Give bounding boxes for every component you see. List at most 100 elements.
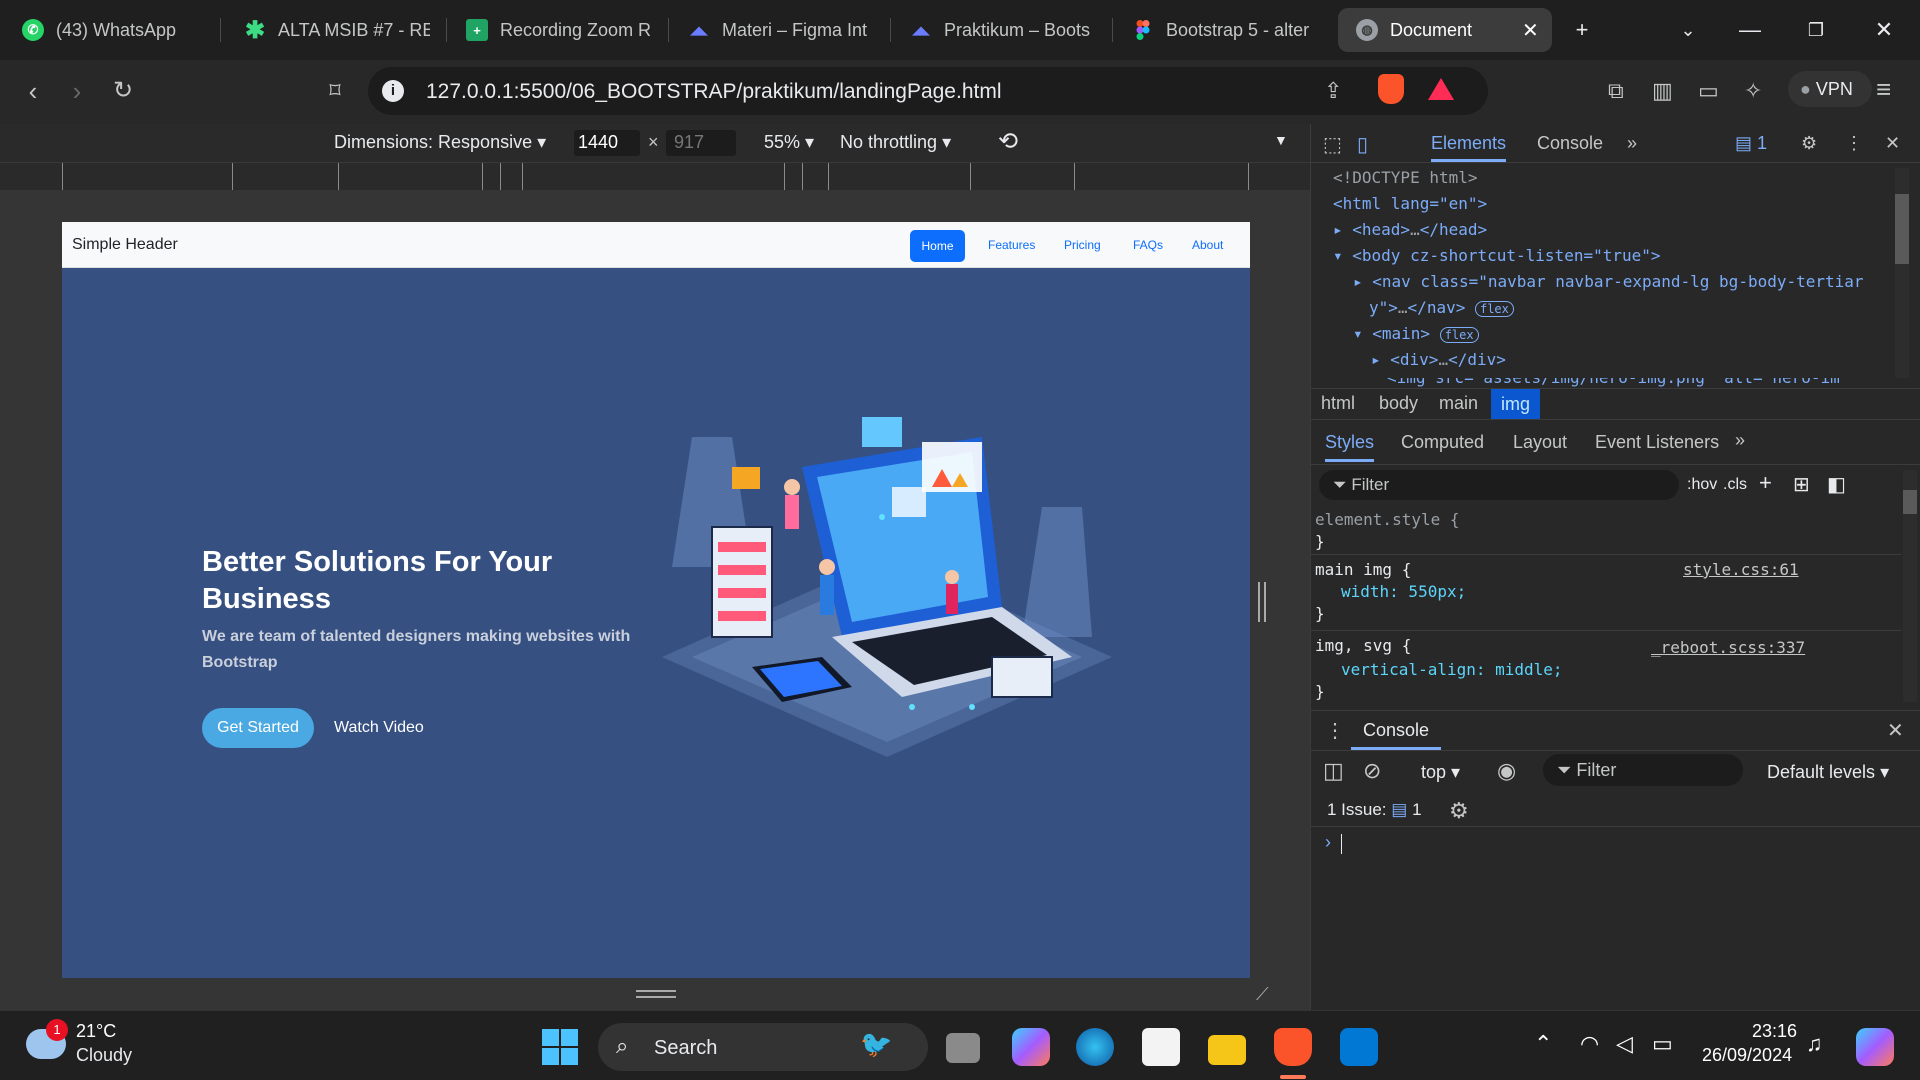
throttling-select[interactable]: No throttling ▾ <box>840 132 951 153</box>
taskbar-search-box[interactable]: ⌕ Search 🐦 <box>598 1023 928 1071</box>
dom-nav-cont[interactable]: y">…</nav> flex <box>1369 298 1514 317</box>
console-input-caret[interactable] <box>1341 834 1342 854</box>
tab-whatsapp[interactable]: ✆ (43) WhatsApp <box>22 8 202 52</box>
brave-shields-icon[interactable] <box>1378 74 1404 104</box>
tab-layout[interactable]: Layout <box>1513 432 1567 453</box>
dom-doctype[interactable]: <!DOCTYPE html> <box>1333 168 1478 187</box>
edge-icon[interactable] <box>1076 1028 1114 1066</box>
rule-selector[interactable]: main img { <box>1315 560 1411 579</box>
dom-div[interactable]: ▸ <div>…</div> <box>1371 350 1506 369</box>
zoom-select[interactable]: 55% ▾ <box>764 132 814 153</box>
rule-declaration[interactable]: width: 550px; <box>1341 582 1466 601</box>
styles-scrollbar[interactable] <box>1903 470 1917 702</box>
more-style-tabs-icon[interactable]: » <box>1735 430 1745 451</box>
console-filter-input[interactable]: ⏷ Filter <box>1543 754 1743 786</box>
tab-elements[interactable]: Elements <box>1431 124 1507 162</box>
notification-bell-icon[interactable]: ♫ <box>1806 1031 1823 1057</box>
extensions-icon[interactable]: ⧉ <box>1608 78 1624 104</box>
dom-scrollbar[interactable] <box>1895 168 1909 378</box>
rule-source-link[interactable]: _reboot.scss:337 <box>1651 638 1805 657</box>
tab-alta-msib[interactable]: ✱ ALTA MSIB #7 - RE <box>244 8 430 52</box>
dom-main[interactable]: ▾ <main> flex <box>1353 324 1479 343</box>
copilot-pre-icon[interactable] <box>1856 1028 1894 1066</box>
dimensions-select[interactable]: Dimensions: Responsive ▾ <box>334 132 546 153</box>
restore-icon[interactable]: ❐ <box>1800 14 1832 46</box>
weather-desc[interactable]: Cloudy <box>76 1045 132 1066</box>
dom-head[interactable]: ▸ <head>…</head> <box>1333 220 1487 239</box>
sidebar-icon[interactable]: ▥ <box>1652 78 1673 104</box>
nav-link-home[interactable]: Home <box>910 230 965 262</box>
resize-corner-icon[interactable]: ⟋ <box>1256 984 1269 1005</box>
tab-console[interactable]: Console <box>1537 124 1603 162</box>
breadcrumb-html[interactable]: html <box>1321 393 1355 414</box>
tab-styles[interactable]: Styles <box>1325 432 1375 462</box>
copilot-icon[interactable] <box>1012 1028 1050 1066</box>
clear-console-icon[interactable]: ⊘ <box>1363 758 1381 784</box>
breadcrumb-body[interactable]: body <box>1379 393 1418 414</box>
task-view-icon[interactable] <box>946 1033 980 1063</box>
microsoft-store-icon[interactable] <box>1142 1028 1180 1066</box>
media-query-ruler[interactable] <box>0 162 1310 191</box>
tab-computed[interactable]: Computed <box>1401 432 1484 453</box>
brave-taskbar-icon[interactable] <box>1274 1028 1312 1066</box>
minimize-icon[interactable]: — <box>1734 14 1766 46</box>
share-icon[interactable]: ⇪ <box>1324 78 1342 104</box>
menu-icon[interactable]: ≡ <box>1876 74 1891 105</box>
file-explorer-icon[interactable] <box>1208 1035 1246 1065</box>
tab-bootstrap5[interactable]: Bootstrap 5 - alter <box>1132 8 1318 52</box>
settings-gear-icon[interactable]: ⚙ <box>1801 124 1817 162</box>
tab-materi-figma[interactable]: ◢◣ Materi – Figma Int <box>688 8 874 52</box>
breadcrumb-main[interactable]: main <box>1439 393 1478 414</box>
clock-time[interactable]: 23:16 <box>1752 1021 1797 1042</box>
rule-source-link[interactable]: style.css:61 <box>1683 560 1799 579</box>
rotate-icon[interactable]: ⟲ <box>998 127 1018 156</box>
resize-handle-right[interactable] <box>1258 582 1266 622</box>
vscode-icon[interactable] <box>1340 1028 1378 1066</box>
nav-link-faqs[interactable]: FAQs <box>1133 238 1163 252</box>
new-tab-plus-icon[interactable]: + <box>1566 14 1598 46</box>
rule-selector[interactable]: element.style { <box>1315 510 1460 529</box>
more-tabs-icon[interactable]: » <box>1627 124 1637 162</box>
more-options-caret-icon[interactable]: ▼ <box>1274 132 1288 148</box>
watch-video-button[interactable]: Watch Video <box>334 708 424 748</box>
toggle-sidebar-icon[interactable]: ◧ <box>1827 472 1846 497</box>
weather-temp[interactable]: 21°C <box>76 1021 116 1042</box>
live-expression-eye-icon[interactable]: ◉ <box>1497 758 1516 784</box>
tray-chevron-up-icon[interactable]: ⌃ <box>1534 1031 1552 1057</box>
url-text[interactable]: 127.0.0.1:5500/06_BOOTSTRAP/praktikum/la… <box>426 80 1002 104</box>
navbar-brand[interactable]: Simple Header <box>72 236 178 254</box>
height-input[interactable]: 917 <box>666 130 736 156</box>
leo-ai-icon[interactable]: ✧ <box>1744 78 1762 104</box>
bookmark-icon[interactable]: ⌑ <box>318 74 352 108</box>
dom-nav[interactable]: ▸ <nav class="navbar navbar-expand-lg bg… <box>1353 272 1864 291</box>
nav-link-features[interactable]: Features <box>988 238 1035 252</box>
wifi-icon[interactable]: ◠ <box>1580 1031 1599 1057</box>
console-sidebar-icon[interactable]: ◫ <box>1323 758 1344 784</box>
drawer-menu-icon[interactable]: ⋮ <box>1325 718 1345 743</box>
wallet-icon[interactable]: ▭ <box>1698 78 1719 104</box>
issues-badge[interactable]: ▤ 1 <box>1735 124 1767 162</box>
tab-event-listeners[interactable]: Event Listeners <box>1595 432 1719 453</box>
flex-badge[interactable]: flex <box>1474 301 1514 317</box>
chevron-down-icon[interactable]: ⌄ <box>1672 14 1704 46</box>
tab-document-active[interactable]: ◍ Document ✕ <box>1338 8 1552 52</box>
reload-icon[interactable]: ↻ <box>106 74 140 108</box>
console-issues[interactable]: 1 Issue: ▤ 1 <box>1327 800 1422 820</box>
forward-icon[interactable]: › <box>60 74 94 108</box>
flex-badge[interactable]: flex <box>1439 327 1479 343</box>
breadcrumb-img[interactable]: img <box>1491 389 1541 419</box>
cls-toggle[interactable]: .cls <box>1723 476 1747 494</box>
site-info-icon[interactable]: i <box>382 80 404 102</box>
console-settings-gear-icon[interactable]: ⚙ <box>1449 798 1469 824</box>
dom-img-selected[interactable]: <img src="assets/img/hero-img.png" alt="… <box>1311 378 1901 388</box>
console-prompt-icon[interactable]: › <box>1325 832 1331 853</box>
dom-html[interactable]: <html lang="en"> <box>1333 194 1487 213</box>
volume-icon[interactable]: ◁ <box>1616 1031 1633 1057</box>
device-toggle-icon[interactable]: ▯ <box>1357 132 1368 157</box>
close-drawer-icon[interactable]: ✕ <box>1887 718 1904 743</box>
drawer-tab-console[interactable]: Console <box>1351 720 1442 750</box>
brave-rewards-icon[interactable] <box>1428 78 1454 100</box>
close-tab-icon[interactable]: ✕ <box>1522 18 1539 43</box>
width-input[interactable]: 1440 <box>574 130 640 156</box>
battery-icon[interactable]: ▭ <box>1652 1031 1673 1057</box>
